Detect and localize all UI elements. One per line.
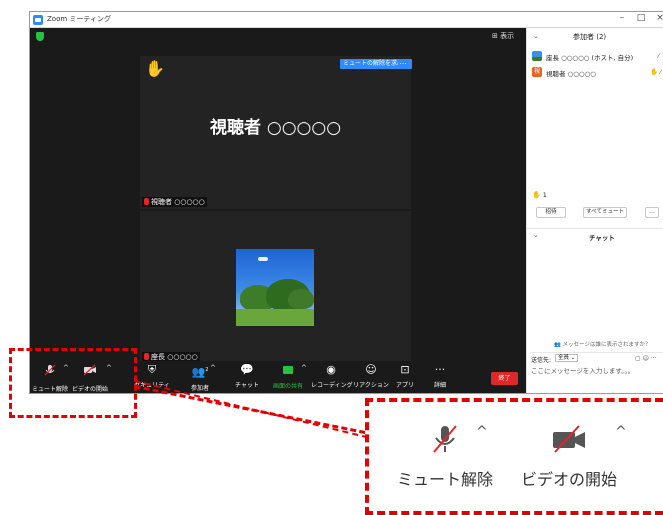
participants-chevron-icon[interactable]: ^ bbox=[210, 364, 216, 372]
highlight-box-small bbox=[9, 348, 137, 418]
participants-panel: ⌄ 参加者 (2) 座長 ○○○○○ (ホスト, 自分) ⁄ 視 視聴者 ○○○… bbox=[526, 28, 663, 393]
tile-more-button[interactable]: … bbox=[398, 59, 408, 69]
view-label: 表示 bbox=[500, 32, 515, 40]
invite-button[interactable]: 招待 bbox=[536, 207, 566, 218]
collapse-chevron-icon[interactable]: ⌄ bbox=[533, 32, 539, 40]
raised-count-value: 1 bbox=[542, 191, 547, 199]
zoomed-video-chevron-icon: ^ bbox=[615, 424, 627, 440]
zoomed-highlight-box: ミュート解除 ^ ビデオの開始 ^ bbox=[365, 398, 663, 515]
raised-hand-icon: ✋ bbox=[650, 68, 659, 76]
zoomed-start-video-button: ビデオの開始 bbox=[513, 422, 625, 490]
raised-hand-icon: ✋ bbox=[145, 59, 165, 78]
more-icon: ··· bbox=[434, 363, 446, 376]
participant-name: 視聴者 ○○○○○ bbox=[546, 70, 596, 78]
minimize-button[interactable]: – bbox=[612, 13, 632, 23]
record-button[interactable]: ◉ レコーディング bbox=[311, 363, 353, 389]
close-button[interactable]: × bbox=[650, 13, 663, 23]
chat-message-input[interactable]: ここにメッセージを入力します。。。 bbox=[531, 365, 634, 375]
avatar bbox=[532, 51, 542, 61]
video-tile-chair[interactable]: 座長 ○○○○○ bbox=[140, 211, 411, 364]
mic-muted-icon bbox=[144, 198, 149, 205]
record-label: レコーディング bbox=[311, 382, 353, 389]
video-tile-viewer[interactable]: ✋ ミュートの解除を求める … 視聴者 ○○○○○ 視聴者 ○○○○○ bbox=[140, 56, 413, 209]
mic-muted-icon bbox=[144, 353, 149, 360]
tile-name-text: 視聴者 ○○○○○ bbox=[151, 198, 205, 206]
avatar: 視 bbox=[532, 67, 542, 77]
mic-muted-icon: ⁄ bbox=[658, 52, 660, 60]
chat-icon: 💬 bbox=[240, 363, 254, 376]
send-to-row: 送信先: 全員 ⌄ ▢ ☺ ··· bbox=[531, 352, 663, 364]
chat-collapse-chevron-icon[interactable]: ⌄ bbox=[533, 231, 539, 239]
chat-title: チャット bbox=[589, 234, 615, 242]
video-area: ⊞ 表示 ✋ ミュートの解除を求める … 視聴者 ○○○○○ 視聴者 ○○○○○… bbox=[30, 28, 526, 364]
participant-row[interactable]: 視 視聴者 ○○○○○ ✋ ⁄ bbox=[532, 66, 663, 80]
mic-muted-icon: ⁄ bbox=[660, 68, 662, 76]
panel-title: 参加者 (2) bbox=[573, 33, 607, 41]
video-off-icon bbox=[513, 422, 625, 464]
participant-name: 座長 ○○○○○ (ホスト, 自分) bbox=[546, 54, 634, 62]
share-screen-label: 画面の共有 bbox=[272, 383, 303, 390]
raised-hand-icon: ✋ bbox=[532, 191, 541, 199]
window-title: Zoom ミーティング bbox=[47, 15, 111, 23]
apps-label: アプリ bbox=[395, 382, 414, 389]
share-options-chevron-icon[interactable]: ^ bbox=[301, 364, 307, 372]
chat-label: チャット bbox=[235, 382, 259, 389]
zoomed-unmute-label: ミュート解除 bbox=[396, 470, 493, 489]
maximize-button[interactable]: □ bbox=[631, 13, 651, 23]
visibility-text: メッセージは誰に表示されますか？ bbox=[562, 342, 651, 348]
zoom-logo-icon bbox=[33, 15, 43, 25]
panel-more-button[interactable]: … bbox=[645, 207, 659, 218]
apps-icon: ⊡ bbox=[400, 363, 410, 376]
tile-name-label: 視聴者 ○○○○○ bbox=[142, 197, 207, 207]
title-bar: Zoom ミーティング – □ × bbox=[30, 12, 663, 28]
photo-grass bbox=[236, 309, 314, 326]
more-label: 詳細 bbox=[433, 382, 446, 389]
raised-hands-count: ✋ 1 bbox=[532, 191, 547, 199]
zoom-meeting-window: Zoom ミーティング – □ × ⊞ 表示 ✋ ミュートの解除を求める … 視… bbox=[29, 11, 663, 394]
participant-count: 2 bbox=[205, 367, 209, 373]
more-button[interactable]: ··· 詳細 bbox=[420, 363, 460, 389]
screenshot-canvas: Zoom ミーティング – □ × ⊞ 表示 ✋ ミュートの解除を求める … 視… bbox=[0, 0, 663, 515]
send-to-select[interactable]: 全員 ⌄ bbox=[555, 354, 579, 362]
end-meeting-button[interactable]: 終了 bbox=[491, 372, 518, 385]
profile-photo bbox=[236, 249, 314, 326]
tile-display-name: 視聴者 ○○○○○ bbox=[209, 118, 342, 138]
chat-tool-icons[interactable]: ▢ ☺ ··· bbox=[635, 355, 656, 362]
chat-button[interactable]: 💬 チャット bbox=[227, 363, 267, 389]
zoomed-start-video-label: ビデオの開始 bbox=[520, 470, 617, 489]
message-visibility-notice[interactable]: 👥 メッセージは誰に表示されますか？ bbox=[554, 340, 651, 348]
tile-name-text: 座長 ○○○○○ bbox=[151, 353, 198, 361]
shield-icon: ⛨ bbox=[147, 363, 157, 376]
panel-header: ⌄ 参加者 (2) bbox=[527, 30, 663, 44]
view-button[interactable]: ⊞ 表示 bbox=[492, 31, 514, 41]
photo-tree bbox=[288, 289, 314, 309]
participants-label: 参加者 bbox=[190, 384, 209, 392]
record-icon: ◉ bbox=[326, 363, 336, 376]
photo-cloud bbox=[258, 257, 268, 261]
send-to-label: 送信先: bbox=[531, 357, 552, 364]
chat-header: ⌄ チャット bbox=[527, 228, 663, 242]
participant-row[interactable]: 座長 ○○○○○ (ホスト, 自分) ⁄ bbox=[532, 50, 663, 64]
zoomed-audio-chevron-icon: ^ bbox=[476, 424, 488, 440]
apps-button[interactable]: ⊡ アプリ bbox=[385, 363, 425, 389]
mute-all-button[interactable]: すべてミュート bbox=[583, 207, 627, 218]
encryption-shield-icon bbox=[36, 32, 44, 41]
